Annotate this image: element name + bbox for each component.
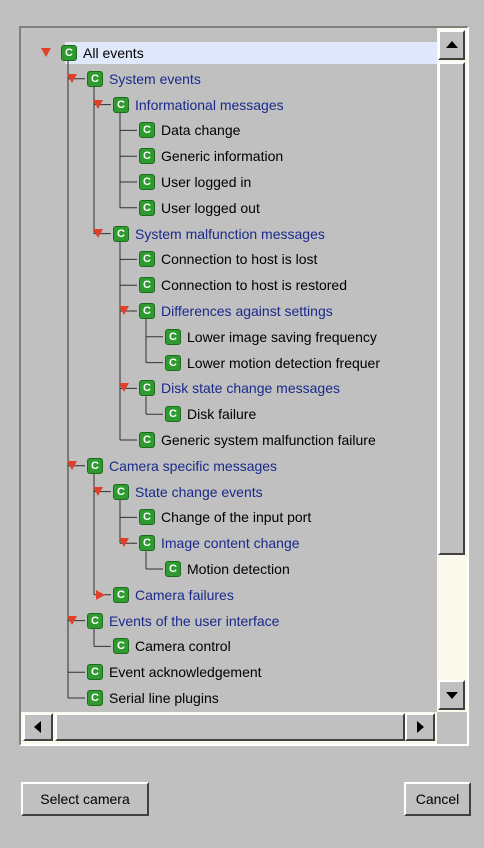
tree-item-label[interactable]: Camera failures <box>135 586 234 604</box>
tree-item-label[interactable]: System malfunction messages <box>135 225 325 243</box>
tree-item-label[interactable]: Differences against settings <box>161 302 333 320</box>
triangle-down-icon[interactable] <box>41 48 51 57</box>
tree-item-label[interactable]: Data change <box>161 121 240 139</box>
cancel-button[interactable]: Cancel <box>404 782 471 816</box>
c-node-icon: C <box>139 122 155 139</box>
scroll-right-button[interactable] <box>405 713 435 741</box>
event-tree[interactable]: C All events C System events C Informational … <box>21 28 437 712</box>
tree-item-label[interactable]: Camera specific messages <box>109 457 277 475</box>
c-node-icon: C <box>139 509 155 526</box>
triangle-down-icon[interactable] <box>93 486 103 496</box>
c-node-icon: C <box>87 690 103 706</box>
horizontal-scroll-thumb[interactable] <box>55 713 405 741</box>
tree-item-label[interactable]: All events <box>83 44 144 62</box>
triangle-down-icon[interactable] <box>67 615 77 625</box>
tree-item-label[interactable]: System events <box>109 70 201 88</box>
triangle-down-icon[interactable] <box>119 383 129 393</box>
c-node-icon: C <box>87 612 103 629</box>
c-node-icon: C <box>139 148 155 165</box>
c-node-icon: C <box>113 586 129 603</box>
triangle-down-icon[interactable] <box>67 460 77 470</box>
arrow-down-icon <box>446 692 458 699</box>
tree-item-label[interactable]: Connection to host is lost <box>161 250 317 268</box>
tree-item-label[interactable]: Camera control <box>135 637 231 655</box>
c-node-icon: C <box>113 225 129 242</box>
scrollbar-corner <box>437 712 467 744</box>
tree-item-label[interactable]: Informational messages <box>135 96 284 114</box>
tree-item-label[interactable]: User logged in <box>161 173 251 191</box>
tree-item-label[interactable]: Connection to host is restored <box>161 276 347 294</box>
c-node-icon: C <box>113 483 129 500</box>
tree-item-label[interactable]: Disk failure <box>187 405 256 423</box>
triangle-down-icon[interactable] <box>93 228 103 238</box>
scroll-left-button[interactable] <box>23 713 53 741</box>
scroll-up-button[interactable] <box>438 30 465 60</box>
arrow-right-icon <box>417 721 424 733</box>
triangle-right-icon[interactable] <box>96 589 105 600</box>
triangle-down-icon[interactable] <box>119 538 129 548</box>
tree-item-label[interactable]: Lower motion detection frequer <box>187 354 380 372</box>
c-node-icon: C <box>165 354 181 371</box>
tree-item-label[interactable]: Change of the input port <box>161 508 311 526</box>
tree-item-label[interactable]: Disk state change messages <box>161 379 340 397</box>
vertical-scrollbar[interactable] <box>437 28 467 712</box>
c-node-icon: C <box>113 638 129 655</box>
select-camera-button[interactable]: Select camera <box>21 782 149 816</box>
triangle-down-icon[interactable] <box>93 99 103 109</box>
c-node-icon: C <box>165 561 181 577</box>
c-node-icon: C <box>61 45 77 61</box>
c-node-icon: C <box>87 70 103 87</box>
c-node-icon: C <box>139 251 155 268</box>
event-tree-panel: C All events C System events C Informational … <box>19 26 469 746</box>
scroll-down-button[interactable] <box>438 680 465 710</box>
c-node-icon: C <box>87 664 103 681</box>
horizontal-scrollbar[interactable] <box>21 712 437 744</box>
c-node-icon: C <box>139 380 155 397</box>
tree-item-label[interactable]: Event acknowledgement <box>109 663 262 681</box>
c-node-icon: C <box>139 535 155 552</box>
triangle-down-icon[interactable] <box>119 306 129 315</box>
c-node-icon: C <box>113 96 129 113</box>
arrow-left-icon <box>34 721 41 733</box>
c-node-icon: C <box>87 457 103 474</box>
tree-item-label[interactable]: Motion detection <box>187 560 290 578</box>
c-node-icon: C <box>139 199 155 216</box>
c-node-icon: C <box>139 432 155 448</box>
triangle-down-icon[interactable] <box>67 73 77 83</box>
c-node-icon: C <box>165 328 181 345</box>
tree-item-label[interactable]: User logged out <box>161 199 260 217</box>
vertical-scroll-thumb[interactable] <box>438 62 465 555</box>
c-node-icon: C <box>139 174 155 190</box>
tree-item-label[interactable]: Generic system malfunction failure <box>161 431 376 449</box>
arrow-up-icon <box>446 41 458 48</box>
c-node-icon: C <box>139 277 155 294</box>
tree-item-label[interactable]: Generic information <box>161 147 283 165</box>
c-node-icon: C <box>139 303 155 319</box>
tree-item-label[interactable]: Lower image saving frequency <box>187 328 377 346</box>
tree-item-label[interactable]: State change events <box>135 483 263 501</box>
tree-item-label[interactable]: Serial line plugins <box>109 689 219 707</box>
tree-item-label[interactable]: Events of the user interface <box>109 612 279 630</box>
c-node-icon: C <box>165 406 181 423</box>
tree-item-label[interactable]: Image content change <box>161 534 300 552</box>
